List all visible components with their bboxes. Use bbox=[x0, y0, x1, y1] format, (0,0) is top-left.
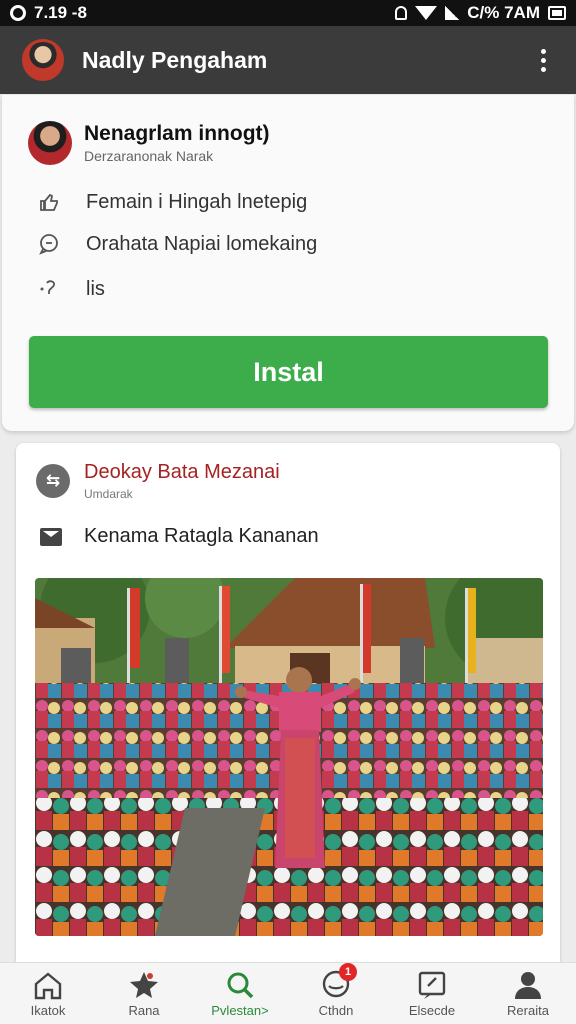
nav-item-search[interactable]: Pvlestan> bbox=[195, 963, 285, 1018]
ring-icon bbox=[10, 5, 26, 21]
star-icon bbox=[127, 969, 161, 1001]
install-button[interactable]: Instal bbox=[29, 336, 548, 408]
permission-label: Femain i Hingah lnetepig bbox=[86, 190, 308, 213]
nav-label: Ikatok bbox=[30, 1003, 66, 1018]
status-bar: 7.19 -8 C/% 7AM bbox=[0, 0, 576, 26]
app-developer: Derzaranonak Narak bbox=[84, 148, 214, 164]
edit-note-icon bbox=[415, 969, 449, 1001]
permission-row: Orahata Napiai lomekaing bbox=[36, 231, 317, 257]
app-avatar bbox=[28, 121, 72, 165]
question-icon bbox=[36, 276, 62, 302]
battery-icon bbox=[548, 6, 566, 20]
permission-label: Orahata Napiai lomekaing bbox=[86, 232, 318, 255]
nav-label: Elsecde bbox=[408, 1003, 456, 1018]
permission-row: Femain i Hingah lnetepig bbox=[36, 189, 307, 215]
app-info-card: Nenagrlam innogt) Derzaranonak Narak Fem… bbox=[2, 95, 574, 431]
post-header: ⇆ Deokay Bata Mezanai Umdarak bbox=[36, 461, 280, 501]
app-profile: Nenagrlam innogt) Derzaranonak Narak bbox=[28, 121, 270, 165]
avatar[interactable] bbox=[22, 39, 64, 81]
nav-item-chat[interactable]: 1 Cthdn bbox=[291, 963, 381, 1018]
mail-icon bbox=[40, 527, 62, 546]
nav-label: Rana bbox=[128, 1003, 160, 1018]
post-message: Kenama Ratagla Kananan bbox=[84, 525, 319, 547]
post-image[interactable] bbox=[35, 578, 543, 936]
post-card: ⇆ Deokay Bata Mezanai Umdarak Kenama Rat… bbox=[16, 443, 560, 1003]
kebab-menu-icon[interactable] bbox=[533, 43, 554, 78]
signal-icon bbox=[445, 6, 460, 20]
bottom-navigation: Ikatok Rana Pvlestan> 1 Cthdn Elsecde Re… bbox=[0, 962, 576, 1024]
crowd-gathering-photo bbox=[35, 578, 543, 936]
shuffle-icon[interactable]: ⇆ bbox=[36, 464, 70, 498]
status-right-text: C/% 7AM bbox=[467, 3, 540, 22]
nav-label: Cthdn bbox=[318, 1003, 354, 1018]
nav-label: Pvlestan> bbox=[211, 1003, 269, 1018]
post-title: Deokay Bata Mezanai bbox=[84, 461, 280, 483]
nav-item-rana[interactable]: Rana bbox=[99, 963, 189, 1018]
person-icon bbox=[511, 969, 545, 1001]
permission-label: lis bbox=[86, 277, 105, 300]
nav-label: Reraita bbox=[507, 1003, 549, 1018]
page-title: Nadly Pengaham bbox=[82, 46, 268, 73]
chat-bubble-icon bbox=[36, 231, 62, 257]
app-bar: Nadly Pengaham bbox=[0, 26, 576, 94]
status-time: 7.19 -8 bbox=[34, 3, 87, 22]
app-name: Nenagrlam innogt) bbox=[84, 122, 270, 145]
permission-row: lis bbox=[36, 276, 105, 302]
nav-item-home[interactable]: Ikatok bbox=[3, 963, 93, 1018]
thumb-icon bbox=[36, 189, 62, 215]
nav-item-profile[interactable]: Reraita bbox=[483, 963, 573, 1018]
nav-item-elsecde[interactable]: Elsecde bbox=[387, 963, 477, 1018]
alarm-icon bbox=[395, 6, 408, 20]
post-subtitle: Umdarak bbox=[84, 487, 133, 501]
search-icon bbox=[223, 969, 257, 1001]
home-icon bbox=[31, 969, 65, 1001]
notification-badge: 1 bbox=[339, 963, 357, 981]
post-message-row[interactable]: Kenama Ratagla Kananan bbox=[40, 525, 319, 548]
wifi-icon bbox=[415, 6, 438, 20]
